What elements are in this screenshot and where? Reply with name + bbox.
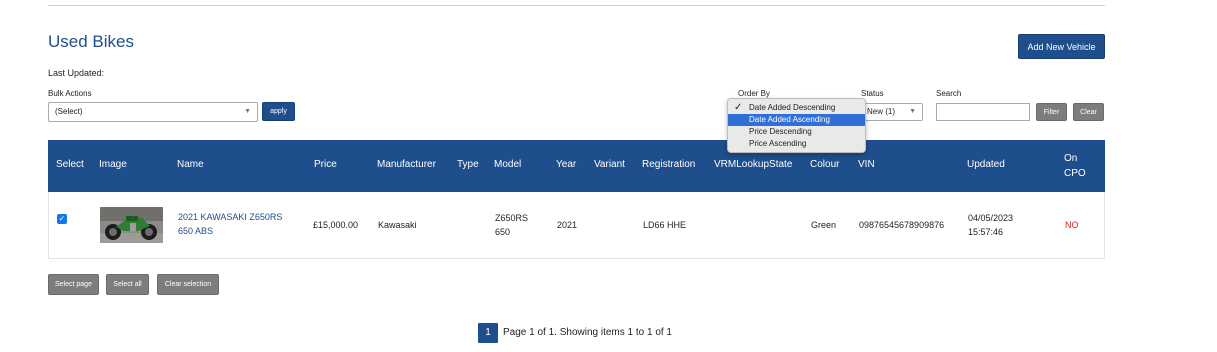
clear-selection-button[interactable]: Clear selection [157,274,219,295]
col-header-year[interactable]: Year [556,159,576,170]
col-header-model[interactable]: Model [494,159,521,170]
vehicle-model-line: 650 [495,227,511,237]
vehicle-thumbnail-image[interactable] [100,207,163,243]
order-option-label: Date Added Descending [749,103,836,112]
col-header-variant[interactable]: Variant [594,159,625,170]
order-option-date-desc[interactable]: ✓ Date Added Descending [728,102,865,114]
vehicle-price: £15,000.00 [313,220,359,230]
vehicle-registration: LD66 HHE [643,220,687,230]
page-title: Used Bikes [48,32,134,51]
apply-button[interactable]: apply [262,102,295,121]
dropdown-arrow-icon: ▼ [244,108,251,115]
col-header-vin[interactable]: VIN [858,159,875,170]
filter-button[interactable]: Filter [1036,103,1067,121]
order-by-dropdown-menu[interactable]: ✓ Date Added Descending Date Added Ascen… [727,98,866,153]
clear-button[interactable]: Clear [1073,103,1104,121]
bulk-actions-select[interactable]: (Select) ▼ [48,102,258,122]
order-option-price-asc[interactable]: Price Ascending [728,138,865,150]
col-header-price[interactable]: Price [314,159,337,170]
vehicle-updated-date: 04/05/2023 [968,213,1014,223]
col-header-type[interactable]: Type [457,159,479,170]
pager-summary: Page 1 of 1. Showing items 1 to 1 of 1 [503,327,672,338]
select-page-button[interactable]: Select page [48,274,99,295]
status-label: Status [861,89,884,98]
col-header-colour[interactable]: Colour [810,159,839,170]
bulk-actions-selected-value: (Select) [55,107,83,116]
col-header-registration[interactable]: Registration [642,159,695,170]
checkmark-icon: ✓ [734,102,743,113]
vehicle-vin: 09876545678909876 [859,220,945,230]
col-header-name[interactable]: Name [177,159,204,170]
col-header-vrm-state[interactable]: VRMLookupState [714,159,792,170]
vehicle-manufacturer: Kawasaki [378,220,417,230]
col-header-image: Image [99,159,127,170]
col-header-select: Select [56,159,84,170]
vehicle-name-link[interactable]: 2021 KAWASAKI Z650RS 650 ABS [178,210,282,238]
vehicle-updated-time: 15:57:46 [968,227,1004,237]
dropdown-arrow-icon: ▼ [909,108,916,115]
col-header-on-cpo[interactable]: On CPO [1064,151,1098,181]
order-option-label: Date Added Ascending [749,115,830,124]
status-select[interactable]: New (1) ▼ [860,103,923,121]
col-header-manufacturer[interactable]: Manufacturer [377,159,436,170]
vehicle-model-line: Z650RS [495,213,529,223]
vehicle-year: 2021 [557,220,578,230]
select-all-button[interactable]: Select all [106,274,149,295]
vehicle-model: Z650RS 650 [495,211,528,239]
last-updated-label: Last Updated: [48,68,105,78]
vehicles-table: Select Image Name Price Manufacturer Typ… [48,140,1105,259]
vehicle-name-line: 650 ABS [178,226,214,236]
vehicle-colour: Green [811,220,837,230]
order-option-label: Price Ascending [749,139,807,148]
add-new-vehicle-button[interactable]: Add New Vehicle [1018,34,1105,59]
vehicle-name-line: 2021 KAWASAKI Z650RS [178,212,283,222]
bulk-actions-label: Bulk Actions [48,89,92,98]
order-option-date-asc[interactable]: Date Added Ascending [728,114,865,126]
order-option-label: Price Descending [749,127,812,136]
table-header: Select Image Name Price Manufacturer Typ… [48,140,1105,192]
search-input[interactable] [936,103,1030,121]
status-selected-value: New (1) [867,107,896,116]
row-select-checkbox[interactable]: ✓ [57,214,67,224]
vehicle-on-cpo-status: NO [1065,220,1079,230]
order-option-price-desc[interactable]: Price Descending [728,126,865,138]
order-by-label: Order By [738,89,771,98]
vehicle-updated: 04/05/2023 15:57:46 [968,211,1013,239]
col-header-updated[interactable]: Updated [967,159,1005,170]
pager-current-page[interactable]: 1 [478,323,498,343]
top-divider [48,5,1105,6]
search-label: Search [936,89,962,98]
